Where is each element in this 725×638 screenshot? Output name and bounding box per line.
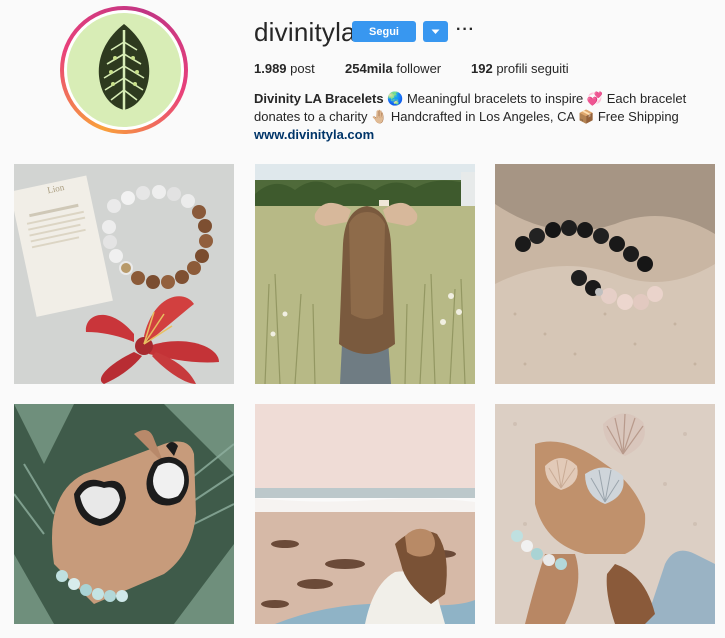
- followers-count[interactable]: 254mila follower: [345, 61, 441, 76]
- post-image-beach-girl: [255, 404, 475, 624]
- avatar-background: [67, 13, 181, 127]
- bio-text-line-2: donates to a charity 🤚🏼 Handcrafted in L…: [254, 109, 679, 124]
- post-image-hand-stickers: [14, 404, 234, 624]
- followers-count-label: follower: [396, 61, 442, 76]
- post-thumbnail-3[interactable]: [495, 164, 715, 384]
- avatar-border: [64, 10, 184, 130]
- following-count[interactable]: 192 profili seguiti: [471, 61, 569, 76]
- post-thumbnail-5[interactable]: [255, 404, 475, 624]
- followers-count-value: 254mila: [345, 61, 393, 76]
- post-image-shells-hand: [495, 404, 715, 624]
- following-count-value: 192: [471, 61, 493, 76]
- post-image-girl-field: [255, 164, 475, 384]
- post-image-bracelet-sand: [495, 164, 715, 384]
- suggestions-dropdown-button[interactable]: [423, 21, 448, 42]
- profile-website-link[interactable]: www.divinityla.com: [254, 127, 374, 142]
- post-thumbnail-4[interactable]: [14, 404, 234, 624]
- following-count-label: profili seguiti: [496, 61, 569, 76]
- post-thumbnail-1[interactable]: Lion: [14, 164, 234, 384]
- profile-username: divinityla: [254, 17, 356, 47]
- leaf-logo-icon: [98, 24, 150, 116]
- more-options-button[interactable]: ···: [456, 22, 475, 38]
- follow-button[interactable]: Segui: [352, 21, 416, 42]
- posts-count-value: 1.989: [254, 61, 287, 76]
- post-thumbnail-6[interactable]: [495, 404, 715, 624]
- profile-avatar[interactable]: [60, 6, 188, 134]
- bio-text-line-1: 🌏 Meaningful bracelets to inspire 💞 Each…: [383, 91, 687, 106]
- post-image-bracelet-lily: Lion: [14, 164, 234, 384]
- posts-count-label: post: [290, 61, 315, 76]
- profile-bio: Divinity LA Bracelets 🌏 Meaningful brace…: [254, 90, 714, 126]
- caret-down-icon: [431, 29, 440, 34]
- post-thumbnail-2[interactable]: [255, 164, 475, 384]
- posts-count: 1.989 post: [254, 61, 315, 76]
- bio-full-name: Divinity LA Bracelets: [254, 91, 384, 106]
